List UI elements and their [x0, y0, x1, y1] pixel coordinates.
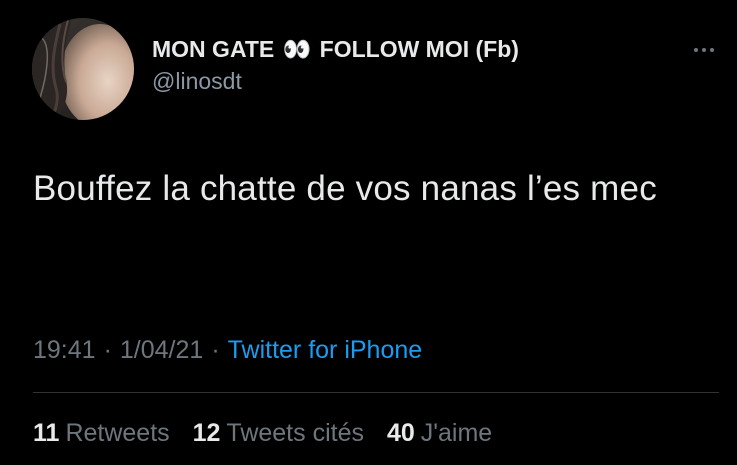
- eyes-emoji-icon: 👀: [282, 36, 312, 62]
- tweet-text: Bouffez la chatte de vos nanas l’es mec: [33, 169, 657, 208]
- display-name-part2: FOLLOW MOI (Fb): [319, 36, 519, 62]
- tweet-stats: 11 Retweets 12 Tweets cités 40 J'aime: [33, 417, 508, 449]
- avatar[interactable]: [32, 18, 134, 120]
- retweets-label: Retweets: [65, 419, 170, 447]
- meta-separator: ·: [103, 336, 112, 364]
- user-handle[interactable]: @linosdt: [152, 66, 519, 96]
- avatar-image: [32, 18, 134, 120]
- likes-label: J'aime: [420, 419, 493, 447]
- retweets-stat[interactable]: 11 Retweets: [33, 417, 170, 449]
- tweet-date[interactable]: 1/04/21: [120, 336, 203, 364]
- more-horizontal-icon: [694, 48, 698, 52]
- tweet-source-link[interactable]: Twitter for iPhone: [228, 336, 423, 364]
- likes-count: 40: [386, 419, 415, 447]
- divider: [33, 392, 719, 393]
- likes-stat[interactable]: 40 J'aime: [387, 417, 492, 449]
- quotes-count: 12: [192, 419, 221, 447]
- retweets-count: 11: [33, 419, 60, 447]
- tweet-header: MON GATE 👀 FOLLOW MOI (Fb) @linosdt: [32, 18, 722, 122]
- tweet-time[interactable]: 19:41: [33, 336, 96, 364]
- more-button[interactable]: [686, 40, 722, 60]
- tweet-card: MON GATE 👀 FOLLOW MOI (Fb) @linosdt Bouf…: [0, 0, 737, 465]
- display-name-part1: MON GATE: [152, 36, 275, 62]
- quotes-stat[interactable]: 12 Tweets cités: [193, 417, 364, 449]
- meta-separator: ·: [211, 336, 220, 364]
- more-horizontal-icon: [710, 48, 714, 52]
- quotes-label: Tweets cités: [226, 419, 364, 447]
- name-block: MON GATE 👀 FOLLOW MOI (Fb) @linosdt: [152, 34, 519, 96]
- display-name[interactable]: MON GATE 👀 FOLLOW MOI (Fb): [152, 34, 519, 64]
- more-horizontal-icon: [702, 48, 706, 52]
- tweet-meta: 19:41 · 1/04/21 · Twitter for iPhone: [33, 334, 422, 366]
